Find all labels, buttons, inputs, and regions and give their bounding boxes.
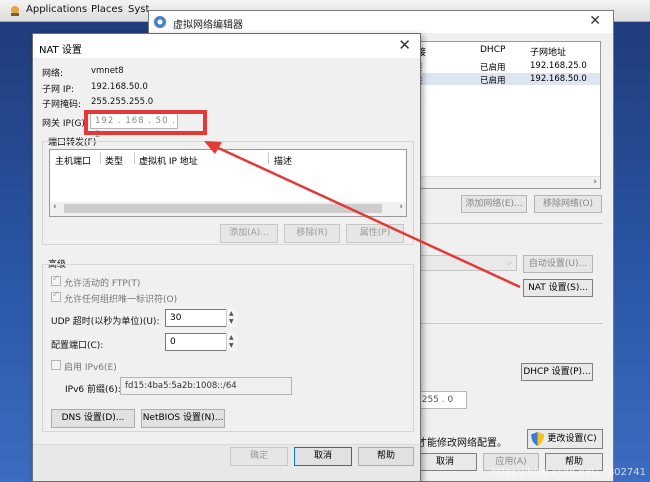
list-item[interactable]: 已启用 — [480, 61, 506, 73]
allow-oui-label: 允许任何组织唯一标识符(O) — [64, 295, 178, 305]
divider — [407, 223, 603, 224]
col-separator — [100, 152, 101, 164]
bg-titlebar: 虚拟网络编辑器 ✕ — [149, 11, 613, 33]
allow-oui-checkbox[interactable] — [51, 290, 61, 302]
divider — [407, 323, 603, 324]
watermark: https://blog.csdn.net/...802741 — [491, 467, 646, 478]
subnet-ip-value: 192.168.50.0 — [91, 82, 148, 92]
col-separator — [268, 152, 269, 164]
cancel-button[interactable]: 取消 — [294, 447, 352, 466]
config-port-label: 配置端口(C): — [51, 341, 104, 351]
change-settings-button[interactable]: 更改设置(C) — [527, 429, 603, 449]
dhcp-settings-button[interactable]: DHCP 设置(P)... — [521, 363, 593, 381]
enable-ipv6-checkbox[interactable] — [51, 360, 61, 370]
col-description[interactable]: 描述 — [274, 154, 292, 167]
scroll-thumb[interactable] — [64, 204, 382, 213]
menu-places[interactable]: Places — [91, 4, 123, 15]
change-settings-label: 更改设置(C) — [547, 434, 597, 444]
allow-ftp-checkbox[interactable] — [51, 274, 61, 286]
network-label: 网络: — [42, 69, 64, 79]
close-icon[interactable]: ✕ — [398, 36, 411, 54]
remove-button[interactable]: 移除(R) — [284, 224, 340, 243]
nat-titlebar: NAT 设置 ✕ — [33, 34, 420, 58]
network-value: vmnet8 — [91, 66, 124, 76]
list-hscroll[interactable]: › — [406, 176, 600, 188]
port-forwarding-table[interactable]: 主机端口 类型 虚拟机 IP 地址 描述 ‹ › — [49, 149, 407, 217]
nat-dialog-title: NAT 设置 — [39, 45, 82, 56]
subnet-mask-label: 子网掩码: — [42, 100, 82, 110]
bg-window-title: 虚拟网络编辑器 — [173, 20, 243, 31]
chevron-down-icon: ⌵ — [505, 258, 512, 267]
add-button[interactable]: 添加(A)... — [220, 224, 278, 243]
allow-ftp-label: 允许活动的 FTP(T) — [64, 279, 141, 289]
enable-ipv6-label: 启用 IPv6(E) — [64, 363, 117, 373]
col-vm-ip[interactable]: 虚拟机 IP 地址 — [139, 154, 198, 167]
subnet-mask-value: 255.255.255.0 — [91, 97, 154, 107]
bridge-dropdown[interactable]: ⌵ — [407, 255, 517, 271]
remove-network-button[interactable]: 移除网络(O) — [534, 195, 602, 213]
netbios-settings-button[interactable]: NetBIOS 设置(N)... — [141, 409, 225, 428]
shield-icon — [531, 432, 544, 446]
list-item[interactable]: 已启用 — [480, 74, 506, 86]
udp-timeout-label: UDP 超时(以秒为单位)(U): — [51, 317, 160, 327]
network-list[interactable]: 接接 DHCP 子网地址 接 已启用 192.168.25.0 接 已启用 19… — [405, 41, 601, 189]
subnet-ip-label: 子网 IP: — [42, 85, 74, 95]
list-item[interactable]: 192.168.25.0 — [530, 61, 587, 71]
network-editor-icon — [154, 16, 166, 28]
highlight-box — [84, 110, 207, 135]
scroll-left-icon[interactable]: ‹ — [53, 202, 57, 212]
col-dhcp[interactable]: DHCP — [480, 45, 505, 55]
ok-button[interactable]: 确定 — [230, 447, 288, 466]
nat-settings-dialog: NAT 设置 ✕ 网络: vmnet8 子网 IP: 192.168.50.0 … — [32, 33, 421, 482]
col-host-port[interactable]: 主机端口 — [55, 154, 91, 167]
list-item[interactable]: 192.168.50.0 — [530, 74, 587, 84]
udp-timeout-stepper[interactable]: ▲ ▼ — [226, 309, 237, 327]
pf-hscroll[interactable]: ‹ › — [50, 202, 406, 216]
bg-cancel-button[interactable]: 取消 — [413, 453, 477, 471]
admin-note: 权才能修改网络配置。 — [407, 438, 507, 449]
add-network-button[interactable]: 添加网络(E)... — [461, 195, 527, 213]
scroll-right-icon[interactable]: › — [593, 177, 597, 187]
menu-applications[interactable]: Applications — [26, 4, 87, 15]
gateway-label: 网关 IP(G): — [42, 119, 88, 129]
properties-button[interactable]: 属性(P) — [346, 224, 404, 243]
nat-settings-button[interactable]: NAT 设置(S)... — [523, 279, 593, 297]
scroll-right-icon[interactable]: › — [399, 202, 403, 212]
chevron-down-icon[interactable]: ▼ — [229, 342, 234, 349]
help-button[interactable]: 帮助 — [358, 447, 414, 466]
col-separator — [134, 152, 135, 164]
bg-close-icon[interactable]: ✕ — [589, 13, 601, 29]
applications-icon — [11, 6, 19, 16]
col-type[interactable]: 类型 — [105, 154, 123, 167]
config-port-stepper[interactable]: ▲ ▼ — [226, 333, 237, 351]
ipv6-prefix-input[interactable]: fd15:4ba5:5a2b:1008::/64 — [120, 377, 292, 395]
ipv6-prefix-label: IPv6 前缀(6): — [65, 385, 121, 395]
chevron-down-icon[interactable]: ▼ — [229, 318, 234, 325]
menu-system[interactable]: Syst — [128, 4, 149, 15]
chevron-up-icon[interactable]: ▲ — [229, 334, 234, 341]
col-subnet[interactable]: 子网地址 — [530, 45, 566, 58]
chevron-up-icon[interactable]: ▲ — [229, 310, 234, 317]
auto-settings-button[interactable]: 自动设置(U)... — [523, 255, 593, 273]
dns-settings-button[interactable]: DNS 设置(D)... — [51, 409, 135, 428]
